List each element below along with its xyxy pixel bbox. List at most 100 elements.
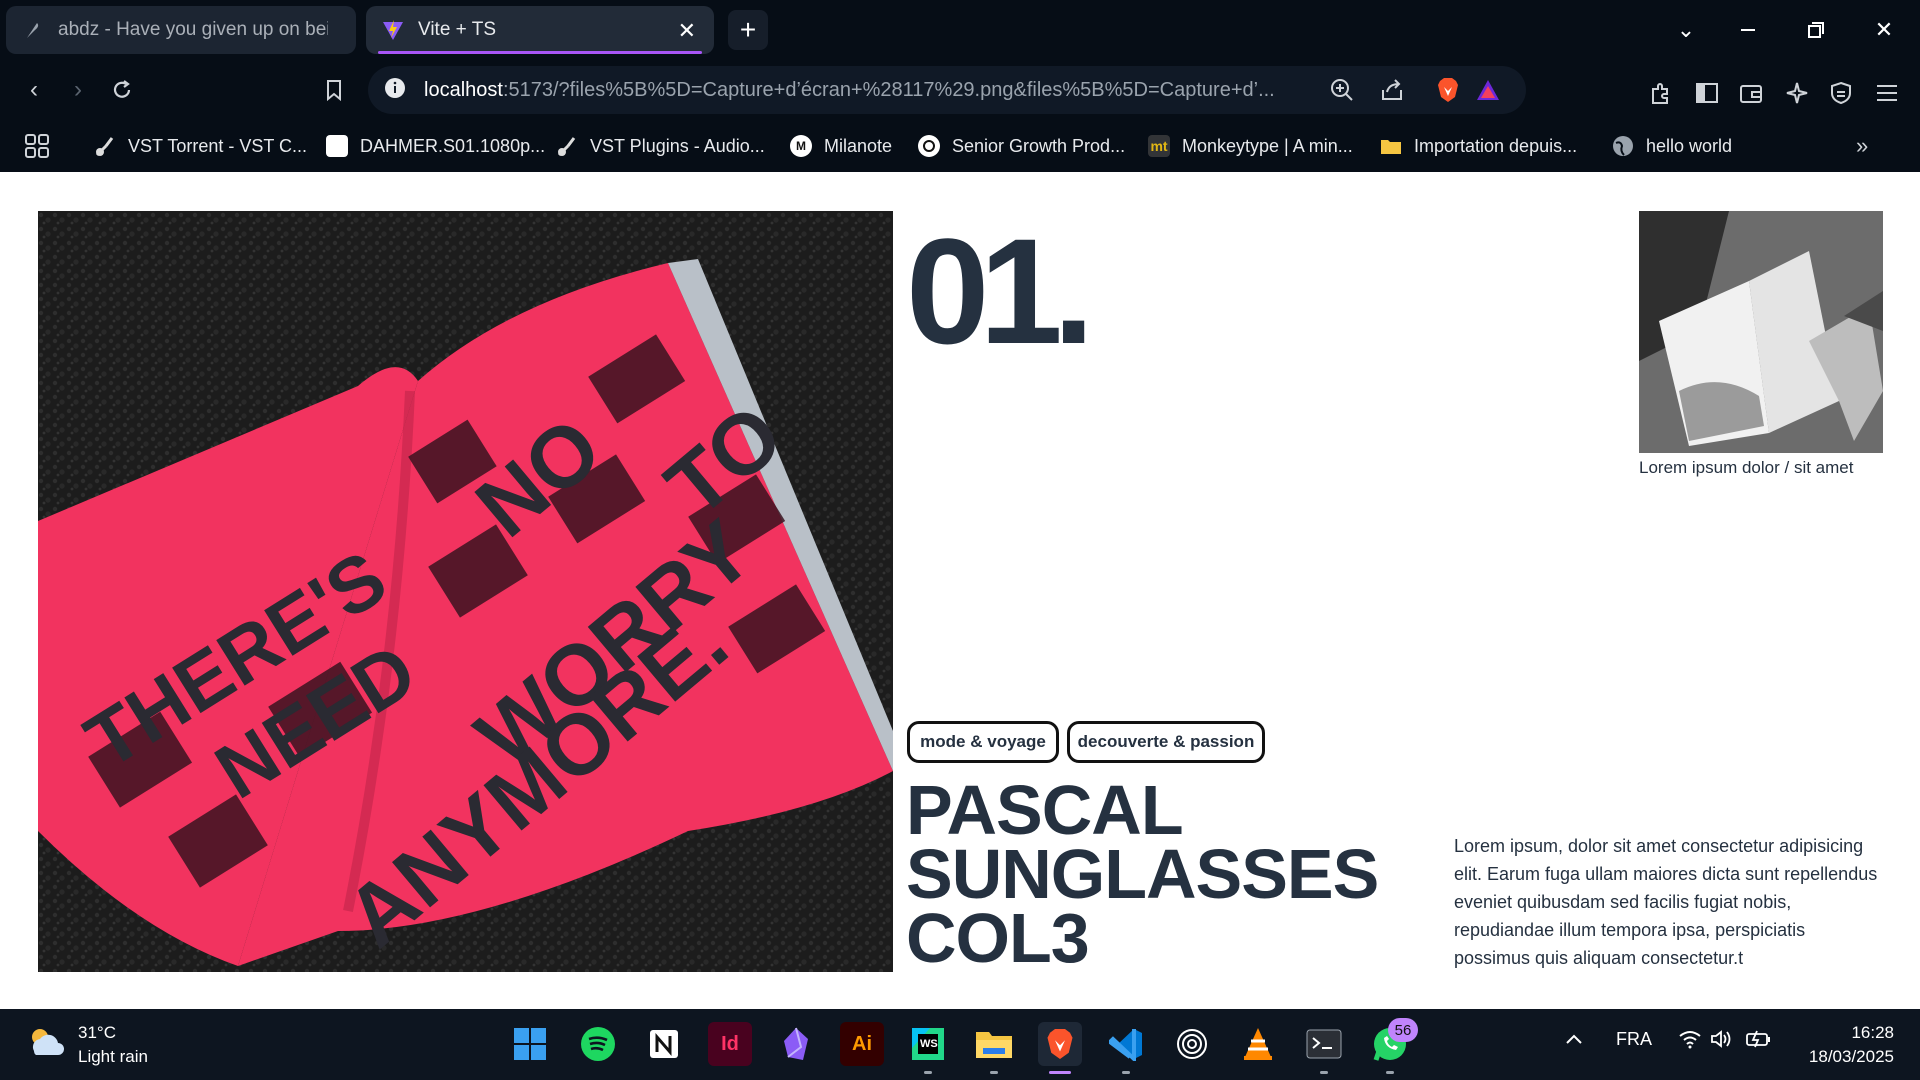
file-explorer-icon[interactable] bbox=[972, 1022, 1016, 1074]
running-indicator bbox=[1320, 1071, 1328, 1074]
brave-rewards-icon[interactable] bbox=[1474, 76, 1502, 104]
book-thumbnail-image bbox=[1639, 211, 1883, 453]
back-button[interactable]: ‹ bbox=[16, 72, 52, 108]
vite-logo-icon bbox=[382, 19, 404, 41]
cloud-rain-icon bbox=[26, 1025, 66, 1066]
close-window-button[interactable]: ✕ bbox=[1850, 0, 1918, 60]
bookmark-item[interactable]: M Milanote bbox=[790, 132, 892, 160]
apps-grid-icon[interactable] bbox=[24, 132, 50, 160]
title-line: SUNGLASSES bbox=[906, 835, 1379, 913]
forward-button[interactable]: › bbox=[60, 72, 96, 108]
running-indicator bbox=[1386, 1071, 1394, 1074]
tab-title: abdz - Have you given up on being bbox=[58, 19, 328, 40]
volume-icon[interactable] bbox=[1710, 1029, 1734, 1054]
tag-decouverte-passion[interactable]: decouverte & passion bbox=[1067, 721, 1265, 763]
brave-shields-icon[interactable] bbox=[1434, 76, 1462, 104]
toolbar: ‹ › localhost:5173/?files%5B%5D=Capture+… bbox=[0, 60, 1920, 120]
obsidian-icon[interactable] bbox=[774, 1022, 818, 1066]
active-tab-indicator bbox=[378, 51, 702, 54]
audio-app-icon[interactable] bbox=[1170, 1022, 1214, 1066]
wallet-icon[interactable] bbox=[1736, 78, 1766, 108]
product-title: PASCAL SUNGLASSES COL3 bbox=[906, 771, 1426, 977]
bookmark-item[interactable]: VST Torrent - VST C... bbox=[94, 132, 307, 160]
restore-button[interactable] bbox=[1782, 0, 1850, 60]
bookmark-item[interactable]: DAHMER.S01.1080p... bbox=[326, 132, 545, 160]
feather-icon bbox=[22, 19, 44, 41]
start-button[interactable] bbox=[508, 1022, 552, 1066]
spotify-icon[interactable] bbox=[576, 1022, 620, 1066]
battery-charging-icon[interactable] bbox=[1746, 1029, 1772, 1054]
vlc-icon[interactable] bbox=[1236, 1022, 1280, 1066]
notion-icon[interactable] bbox=[642, 1022, 686, 1066]
minimize-button[interactable] bbox=[1714, 0, 1782, 60]
url-text[interactable]: localhost:5173/?files%5B%5D=Capture+d’éc… bbox=[424, 79, 1314, 102]
close-tab-icon[interactable]: ✕ bbox=[678, 18, 696, 44]
bookmark-item[interactable]: Importation depuis... bbox=[1380, 132, 1577, 160]
temperature: 31°C bbox=[78, 1023, 116, 1042]
globe-icon bbox=[1612, 135, 1634, 157]
menu-icon[interactable] bbox=[1872, 78, 1902, 108]
tab-bar: abdz - Have you given up on being Vite +… bbox=[0, 0, 1920, 60]
monkeytype-icon: mt bbox=[1148, 135, 1170, 157]
bookmark-item[interactable]: Senior Growth Prod... bbox=[918, 132, 1125, 160]
notification-badge: 56 bbox=[1388, 1018, 1418, 1042]
vscode-icon[interactable] bbox=[1104, 1022, 1148, 1074]
bookmark-label: Milanote bbox=[824, 135, 893, 156]
bookmark-item[interactable]: hello world bbox=[1612, 132, 1732, 160]
weather-condition: Light rain bbox=[78, 1047, 148, 1066]
illustrator-icon[interactable]: Ai bbox=[840, 1022, 884, 1066]
new-tab-button[interactable]: + bbox=[728, 10, 768, 50]
title-line: PASCAL bbox=[906, 771, 1184, 849]
webstorm-icon[interactable]: WS bbox=[906, 1022, 950, 1074]
site-info-icon[interactable] bbox=[384, 77, 406, 104]
bookmark-label: VST Torrent - VST C... bbox=[128, 135, 308, 156]
bookmark-item[interactable]: VST Plugins - Audio... bbox=[556, 132, 765, 160]
leo-ai-icon[interactable] bbox=[1782, 78, 1812, 108]
show-hidden-icons-chevron-icon[interactable] bbox=[1564, 1029, 1584, 1054]
clock-date: 18/03/2025 bbox=[1808, 1047, 1894, 1066]
indesign-icon[interactable]: Id bbox=[708, 1022, 752, 1066]
running-indicator bbox=[1122, 1071, 1130, 1074]
tab-search-chevron-icon[interactable]: ⌄ bbox=[1652, 0, 1720, 60]
guitar-icon bbox=[94, 135, 116, 157]
bookmark-label: hello world bbox=[1646, 135, 1733, 156]
sidebar-icon[interactable] bbox=[1692, 78, 1722, 108]
windows-taskbar: 31°C Light rain Id Ai WS 56 FRA 16:28 18… bbox=[0, 1009, 1920, 1080]
bookmark-item[interactable]: mt Monkeytype | A min... bbox=[1148, 132, 1353, 160]
bookmark-label: Importation depuis... bbox=[1414, 135, 1578, 156]
brave-browser-icon[interactable] bbox=[1038, 1022, 1082, 1074]
guitar-icon bbox=[556, 135, 578, 157]
tab-title: Vite + TS bbox=[418, 19, 496, 40]
tag-mode-voyage[interactable]: mode & voyage bbox=[907, 721, 1059, 763]
language-indicator[interactable]: FRA bbox=[1616, 1029, 1652, 1050]
title-line: COL3 bbox=[906, 899, 1090, 977]
hero-image: THERE'S NEED NO TO WORRY ANYMORE. bbox=[38, 211, 893, 972]
extensions-icon[interactable] bbox=[1646, 78, 1676, 108]
wifi-icon[interactable] bbox=[1678, 1029, 1702, 1054]
bookmark-label: VST Plugins - Audio... bbox=[590, 135, 765, 156]
bookmark-label: Senior Growth Prod... bbox=[952, 135, 1126, 156]
zoom-icon[interactable] bbox=[1328, 76, 1356, 104]
clock-time: 16:28 bbox=[1851, 1023, 1894, 1042]
section-number: 01. bbox=[906, 207, 1095, 375]
more-bookmarks-icon[interactable]: » bbox=[1856, 132, 1868, 160]
active-indicator bbox=[1049, 1071, 1071, 1074]
bookmarks-bar: VST Torrent - VST C... DAHMER.S01.1080p.… bbox=[0, 120, 1920, 172]
url-host: localhost bbox=[424, 78, 503, 101]
bookmark-label: DAHMER.S01.1080p... bbox=[360, 135, 546, 156]
tab-vite[interactable]: Vite + TS ✕ bbox=[366, 6, 714, 54]
address-bar[interactable]: localhost:5173/?files%5B%5D=Capture+d’éc… bbox=[368, 66, 1526, 114]
weather-widget[interactable]: 31°C Light rain bbox=[26, 1021, 148, 1069]
milanote-icon: M bbox=[790, 135, 812, 157]
share-icon[interactable] bbox=[1378, 76, 1406, 104]
terminal-icon[interactable] bbox=[1302, 1022, 1346, 1074]
blank-page-icon bbox=[326, 135, 348, 157]
tab-abdz[interactable]: abdz - Have you given up on being bbox=[6, 6, 356, 54]
bookmark-label: Monkeytype | A min... bbox=[1182, 135, 1353, 156]
running-indicator bbox=[990, 1071, 998, 1074]
reload-button[interactable] bbox=[104, 72, 140, 108]
thumbnail-caption: Lorem ipsum dolor / sit amet bbox=[1639, 458, 1854, 477]
vpn-shield-icon[interactable] bbox=[1826, 78, 1856, 108]
bookmark-page-icon[interactable] bbox=[316, 72, 352, 108]
system-clock[interactable]: 16:28 18/03/2025 bbox=[1809, 1021, 1894, 1069]
